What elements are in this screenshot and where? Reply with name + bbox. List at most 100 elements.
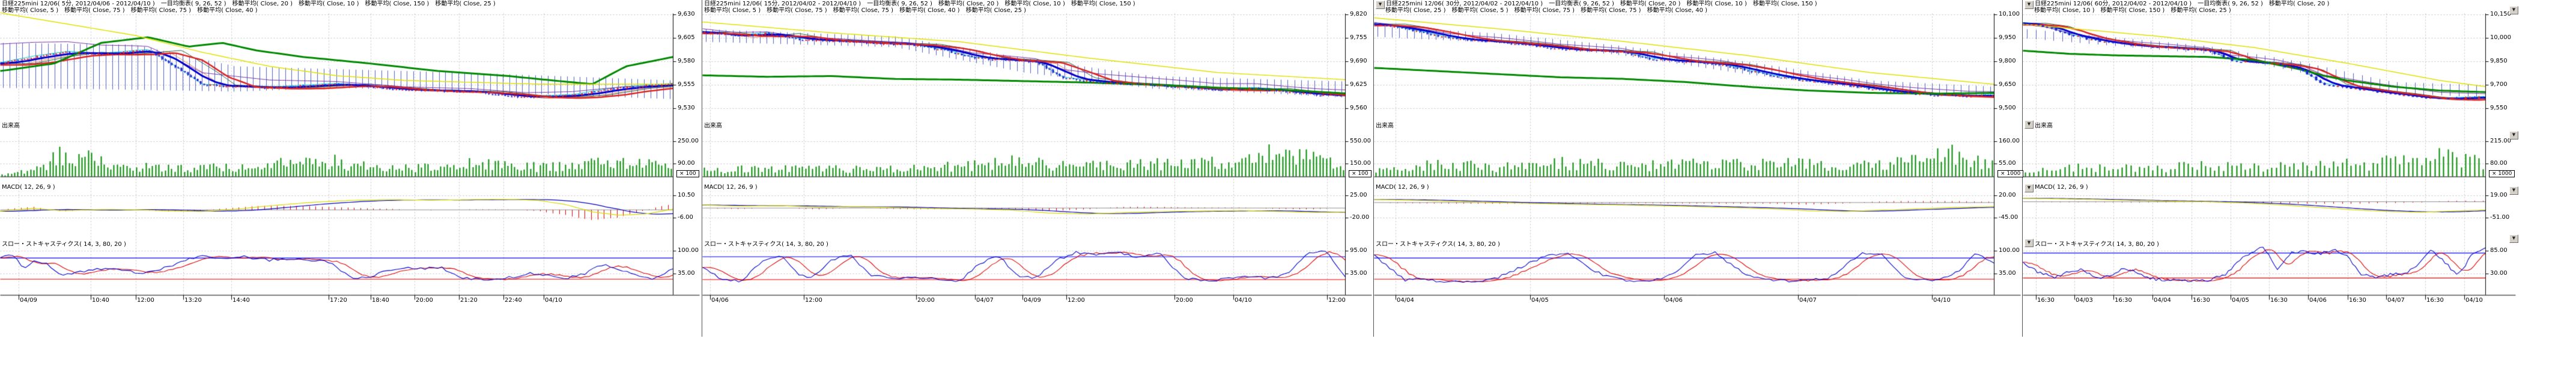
price-axis-label: 9,500: [1999, 105, 2016, 111]
stochastics-section-label-text: スロー・ストキャスティクス( 14, 3, 80, 20 ): [2, 241, 126, 248]
macd-menu-dropdown-button[interactable]: ▼: [2025, 184, 2034, 192]
time-axis-label: 13:20: [184, 297, 202, 304]
chart-menu-dropdown-button[interactable]: ▼: [1376, 1, 1385, 9]
chart-title-line1: ▼日経225mini 12/06( 60分, 2012/04/02 - 2012…: [2025, 1, 2329, 7]
time-axis-label: 12:00: [1328, 297, 1346, 304]
chart-canvas-15min[interactable]: [702, 0, 1374, 314]
price-axis-label: 10,150: [2490, 11, 2511, 17]
time-axis-label: 04/09: [20, 297, 37, 304]
time-axis-label: 20:00: [917, 297, 935, 304]
chart-title-line2: 移動平均( Close, 5 ) 移動平均( Close, 75 ) 移動平均(…: [2, 7, 496, 14]
time-axis-label: 12:00: [1068, 297, 1085, 304]
price-axis-label: 9,820: [1350, 11, 1367, 17]
volume-axis-label: 550.00: [1350, 138, 1371, 144]
macd-axis-label: 10.50: [678, 192, 695, 198]
volume-section-label: 出来高: [2, 120, 20, 129]
macd-section-label-text: MACD( 12, 26, 9 ): [1376, 184, 1429, 191]
volume-multiplier-box: × 1000: [1997, 170, 2023, 177]
stoch-pane-dropdown-button[interactable]: ▼: [2509, 234, 2518, 243]
macd-section-label-text: MACD( 12, 26, 9 ): [2, 184, 55, 191]
chart-title: ▼日経225mini 12/06( 60分, 2012/04/02 - 2012…: [2025, 1, 2329, 14]
price-axis-label: 9,530: [678, 105, 695, 111]
price-axis-label: 10,000: [2490, 34, 2511, 41]
chart-menu-dropdown-button[interactable]: ▼: [2025, 1, 2034, 9]
stoch-axis-label: 35.00: [1999, 270, 2016, 277]
macd-axis-label: 25.00: [1350, 192, 1367, 198]
time-axis-label: 10:40: [92, 297, 109, 304]
time-axis-label: 04/06: [1665, 297, 1683, 304]
time-axis-label: 16:30: [2193, 297, 2210, 304]
stochastics-section-label: スロー・ストキャスティクス( 14, 3, 80, 20 ): [704, 239, 828, 248]
time-axis-label: 20:00: [1176, 297, 1193, 304]
chart-window-nikkei225mini-15min[interactable]: 日経225mini 12/06( 15分, 2012/04/02 - 2012/…: [702, 0, 1374, 337]
volume-axis-label: 215.00: [2490, 138, 2511, 144]
stoch-axis-label: 100.00: [1999, 247, 2020, 254]
macd-axis-label: -51.00: [2490, 214, 2509, 221]
chart-canvas-60min[interactable]: [2023, 0, 2518, 314]
time-axis-label: 22:40: [505, 297, 522, 304]
macd-axis-label: -20.00: [1350, 214, 1369, 221]
stochastics-section-label: スロー・ストキャスティクス( 14, 3, 80, 20 ): [2, 239, 126, 248]
chart-title-text: 日経225mini 12/06( 60分, 2012/04/02 - 2012/…: [2035, 1, 2329, 7]
macd-section-label-text: MACD( 12, 26, 9 ): [704, 184, 758, 191]
macd-axis-label: 20.00: [1999, 192, 2016, 198]
chart-title-text: 日経225mini 12/06( 15分, 2012/04/02 - 2012/…: [704, 1, 1135, 7]
time-axis-label: 14:40: [232, 297, 250, 304]
volume-section-label-text: 出来高: [704, 123, 722, 129]
chart-title-line2: 移動平均( Close, 5 ) 移動平均( Close, 75 ) 移動平均(…: [704, 7, 1135, 14]
time-axis-label: 04/05: [1531, 297, 1549, 304]
macd-pane-dropdown-button[interactable]: ▼: [2509, 186, 2518, 195]
volume-pane-dropdown-button[interactable]: ▼: [2509, 131, 2518, 139]
stochastics-section-label-text: スロー・ストキャスティクス( 14, 3, 80, 20 ): [704, 241, 828, 248]
volume-menu-dropdown-button[interactable]: ▼: [2025, 120, 2034, 129]
time-axis-label: 04/10: [1933, 297, 1951, 304]
volume-section-label-text: 出来高: [1376, 123, 1394, 129]
chart-title: ▼日経225mini 12/06( 30分, 2012/04/02 - 2012…: [1376, 1, 1817, 14]
stochastics-section-label-text: スロー・ストキャスティクス( 14, 3, 80, 20 ): [2035, 241, 2159, 248]
stochastics-section-label-text: スロー・ストキャスティクス( 14, 3, 80, 20 ): [1376, 241, 1500, 248]
price-axis-label: 9,850: [2490, 58, 2508, 64]
time-axis-label: 04/10: [2465, 297, 2483, 304]
price-axis-label: 9,560: [1350, 105, 1367, 111]
price-pane-dropdown-button[interactable]: ▼: [2509, 6, 2518, 14]
volume-axis-label: 250.00: [678, 138, 699, 144]
chart-window-nikkei225mini-5min[interactable]: 日経225mini 12/06( 5分, 2012/04/06 - 2012/0…: [0, 0, 702, 337]
time-axis-label: 12:00: [137, 297, 154, 304]
time-axis-label: 04/05: [2232, 297, 2249, 304]
price-axis-label: 9,625: [1350, 81, 1367, 88]
time-axis-label: 04/10: [1235, 297, 1252, 304]
stoch-menu-dropdown-button[interactable]: ▼: [2025, 239, 2034, 247]
time-axis-label: 04/09: [1024, 297, 1041, 304]
macd-section-label: MACD( 12, 26, 9 ): [1376, 184, 1429, 191]
time-axis-label: 16:30: [2349, 297, 2366, 304]
stoch-axis-label: 30.00: [2490, 270, 2508, 277]
time-axis-label: 04/03: [2076, 297, 2093, 304]
chart-title-text: 日経225mini 12/06( 5分, 2012/04/06 - 2012/0…: [2, 1, 496, 7]
chart-canvas-5min[interactable]: [0, 0, 702, 314]
chart-window-nikkei225mini-60min[interactable]: ▼日経225mini 12/06( 60分, 2012/04/02 - 2012…: [2022, 0, 2518, 337]
chart-window-nikkei225mini-30min[interactable]: ▼日経225mini 12/06( 30分, 2012/04/02 - 2012…: [1373, 0, 2023, 337]
price-axis-label: 9,580: [678, 58, 695, 64]
time-axis-label: 04/06: [2309, 297, 2327, 304]
volume-axis-label: 160.00: [1999, 138, 2020, 144]
time-axis-label: 17:20: [330, 297, 347, 304]
price-axis-label: 9,650: [1999, 81, 2016, 88]
stoch-axis-label: 95.00: [1350, 247, 1367, 254]
stoch-axis-label: 85.00: [2490, 247, 2508, 254]
price-axis-label: 9,555: [678, 81, 695, 88]
price-axis-label: 9,605: [678, 34, 695, 41]
time-axis-label: 16:30: [2270, 297, 2288, 304]
trading-app-chart-workspace: 日経225mini 12/06( 5分, 2012/04/06 - 2012/0…: [0, 0, 2576, 380]
chart-title: 日経225mini 12/06( 5分, 2012/04/06 - 2012/0…: [2, 1, 496, 14]
time-axis-label: 20:00: [416, 297, 433, 304]
volume-multiplier-box: × 100: [1349, 170, 1372, 177]
volume-section-label-text: 出来高: [2035, 123, 2053, 129]
macd-section-label: ▼MACD( 12, 26, 9 ): [2025, 184, 2088, 192]
time-axis-label: 16:30: [2426, 297, 2444, 304]
stochastics-section-label: ▼スロー・ストキャスティクス( 14, 3, 80, 20 ): [2025, 239, 2159, 248]
volume-axis-label: 80.00: [2490, 160, 2508, 167]
price-axis-label: 9,690: [1350, 58, 1367, 64]
time-axis-label: 04/07: [2387, 297, 2405, 304]
macd-axis-label: -6.00: [678, 214, 693, 221]
chart-canvas-30min[interactable]: [1374, 0, 2023, 314]
